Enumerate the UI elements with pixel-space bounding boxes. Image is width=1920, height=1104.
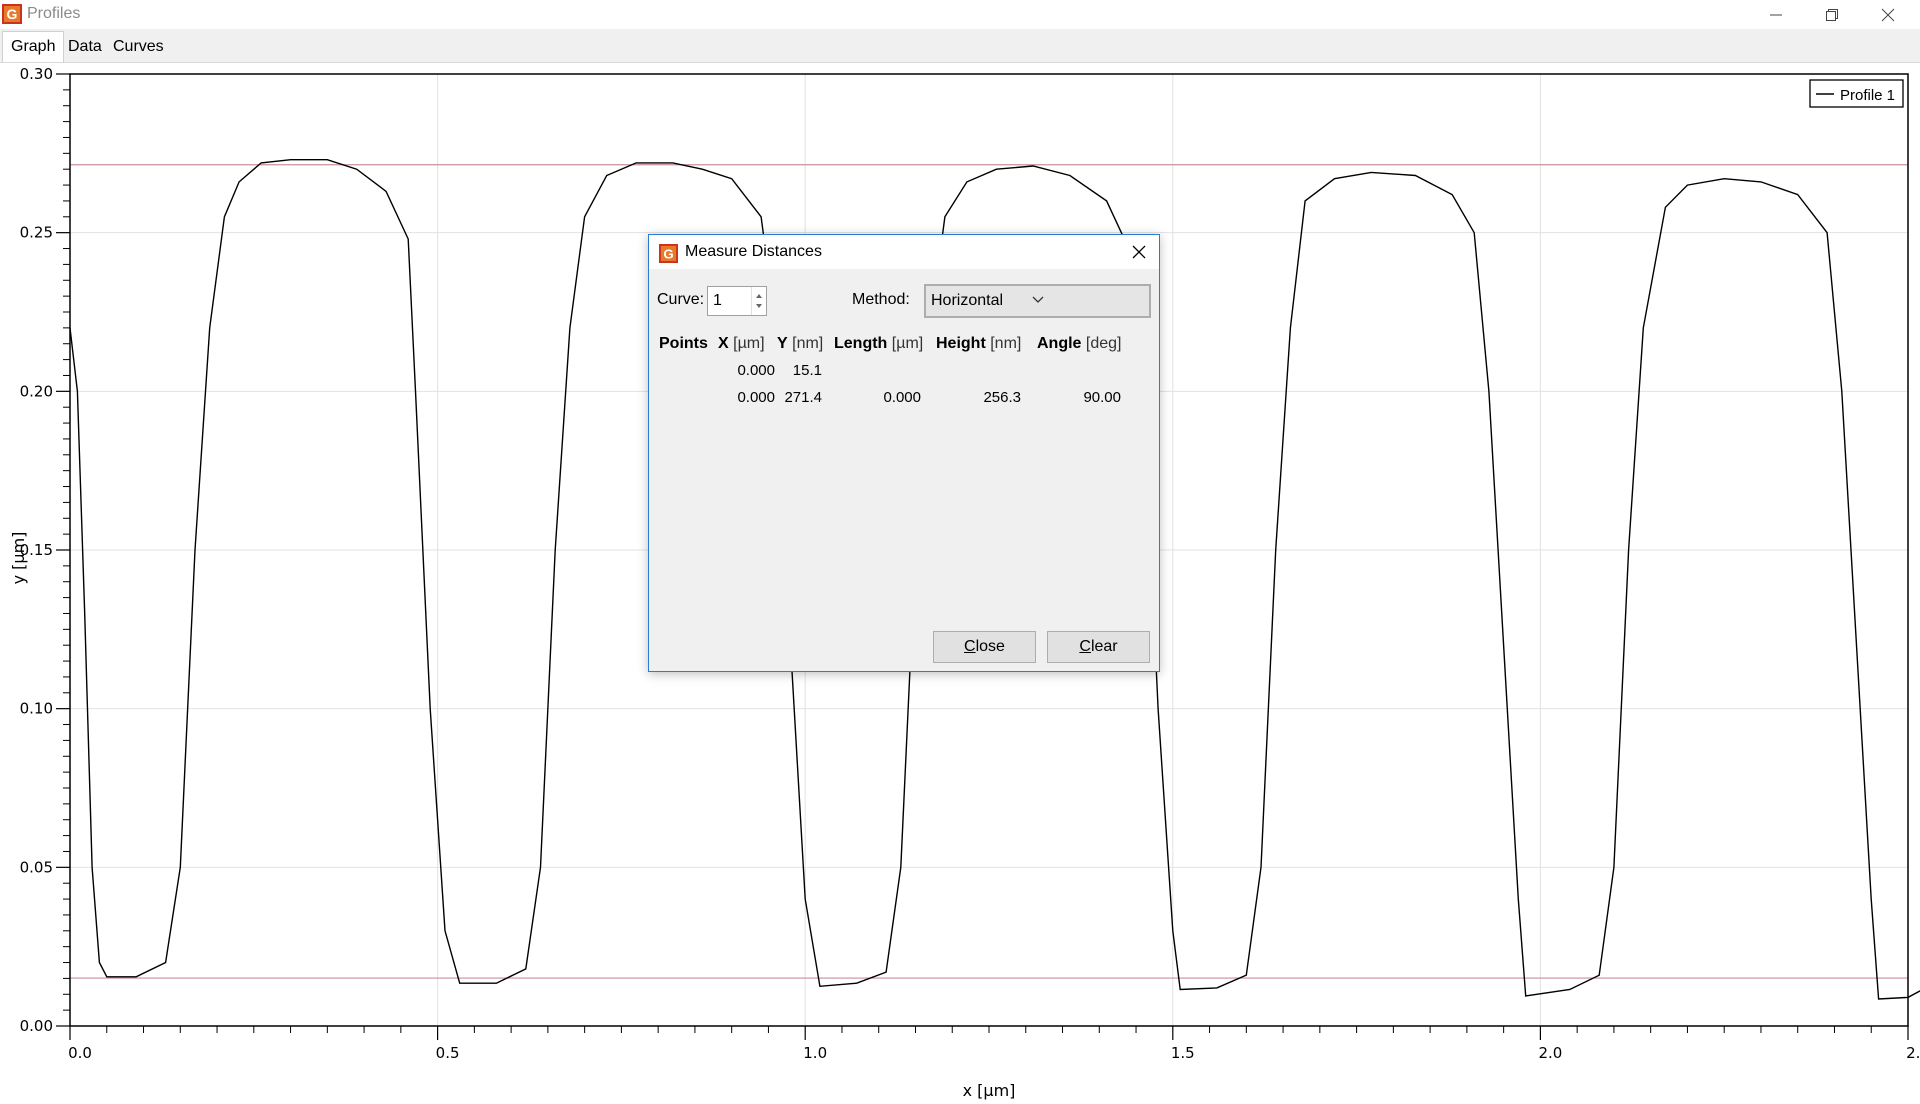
restore-button[interactable]	[1804, 0, 1860, 29]
minimize-button[interactable]	[1748, 0, 1804, 29]
x-axis-ticks: 0.0 0.5 1.0 1.5 2.0 2.5	[68, 1026, 1920, 1062]
tab-graph[interactable]: Graph	[2, 31, 65, 62]
svg-text:G: G	[663, 246, 673, 261]
cell-y: 271.4	[784, 389, 822, 406]
curve-spinner[interactable]: 1	[707, 286, 767, 316]
measure-distances-dialog: G Measure Distances Curve: 1 Method: Hor…	[648, 234, 1160, 672]
method-select[interactable]: Horizontal	[924, 284, 1151, 318]
header-height: Height [nm]	[936, 335, 1022, 352]
close-icon	[1881, 8, 1895, 21]
header-points: Points	[659, 335, 708, 352]
dialog-title: Measure Distances	[685, 243, 822, 260]
curve-value: 1	[713, 292, 722, 309]
header-x: X [µm]	[718, 335, 765, 352]
window-close-button[interactable]	[1860, 0, 1916, 29]
x-axis-label: x [µm]	[963, 1081, 1016, 1100]
cell-y: 15.1	[792, 362, 822, 379]
tab-curves[interactable]: Curves	[105, 32, 172, 61]
y-tick-label: 0.10	[20, 700, 53, 718]
close-button[interactable]: Close	[933, 631, 1036, 663]
x-tick-label: 1.5	[1171, 1044, 1195, 1062]
cell-x: 0.000	[737, 389, 775, 406]
y-tick-label: 0.20	[20, 382, 53, 400]
method-value: Horizontal	[931, 292, 1004, 309]
title-bar: G Profiles	[0, 0, 1920, 29]
curve-label: Curve:	[657, 291, 705, 308]
header-length: Length [µm]	[834, 335, 924, 352]
restore-icon	[1826, 8, 1838, 21]
cell-height: 256.3	[983, 389, 1021, 406]
y-tick-label: 0.25	[20, 224, 53, 242]
clear-button[interactable]: Clear	[1047, 631, 1150, 663]
dialog-title-bar: G Measure Distances	[649, 235, 1159, 269]
spinner-arrows[interactable]	[751, 287, 766, 315]
app-icon: G	[2, 4, 22, 24]
legend-label: Profile 1	[1840, 87, 1895, 104]
x-tick-label: 1.0	[803, 1044, 827, 1062]
chevron-down-icon	[1032, 296, 1044, 303]
y-tick-label: 0.30	[20, 65, 53, 83]
header-y: Y [nm]	[777, 335, 824, 352]
gwyddion-app-icon: G	[659, 244, 678, 263]
x-tick-label: 2.0	[1538, 1044, 1562, 1062]
y-tick-label: 0.05	[20, 858, 53, 876]
cell-angle: 90.00	[1083, 389, 1121, 406]
x-tick-label: 0.5	[436, 1044, 460, 1062]
minimize-icon	[1770, 14, 1782, 15]
window-title: Profiles	[27, 5, 81, 22]
method-label: Method:	[852, 291, 910, 308]
tab-data[interactable]: Data	[60, 32, 110, 61]
close-icon	[1132, 245, 1146, 259]
x-tick-label: 2.5	[1906, 1044, 1920, 1062]
y-axis-label: y [µm]	[9, 532, 28, 585]
x-tick-label: 0.0	[68, 1044, 92, 1062]
cell-length: 0.000	[883, 389, 921, 406]
dialog-close-button[interactable]	[1127, 241, 1151, 263]
svg-text:G: G	[7, 6, 18, 22]
spinner-up-down-icon	[756, 294, 762, 308]
tab-strip: Graph Data Curves	[0, 29, 1920, 63]
header-angle: Angle [deg]	[1037, 335, 1122, 352]
cell-x: 0.000	[737, 362, 775, 379]
y-tick-label: 0.00	[20, 1017, 53, 1035]
legend: Profile 1	[1809, 79, 1904, 108]
